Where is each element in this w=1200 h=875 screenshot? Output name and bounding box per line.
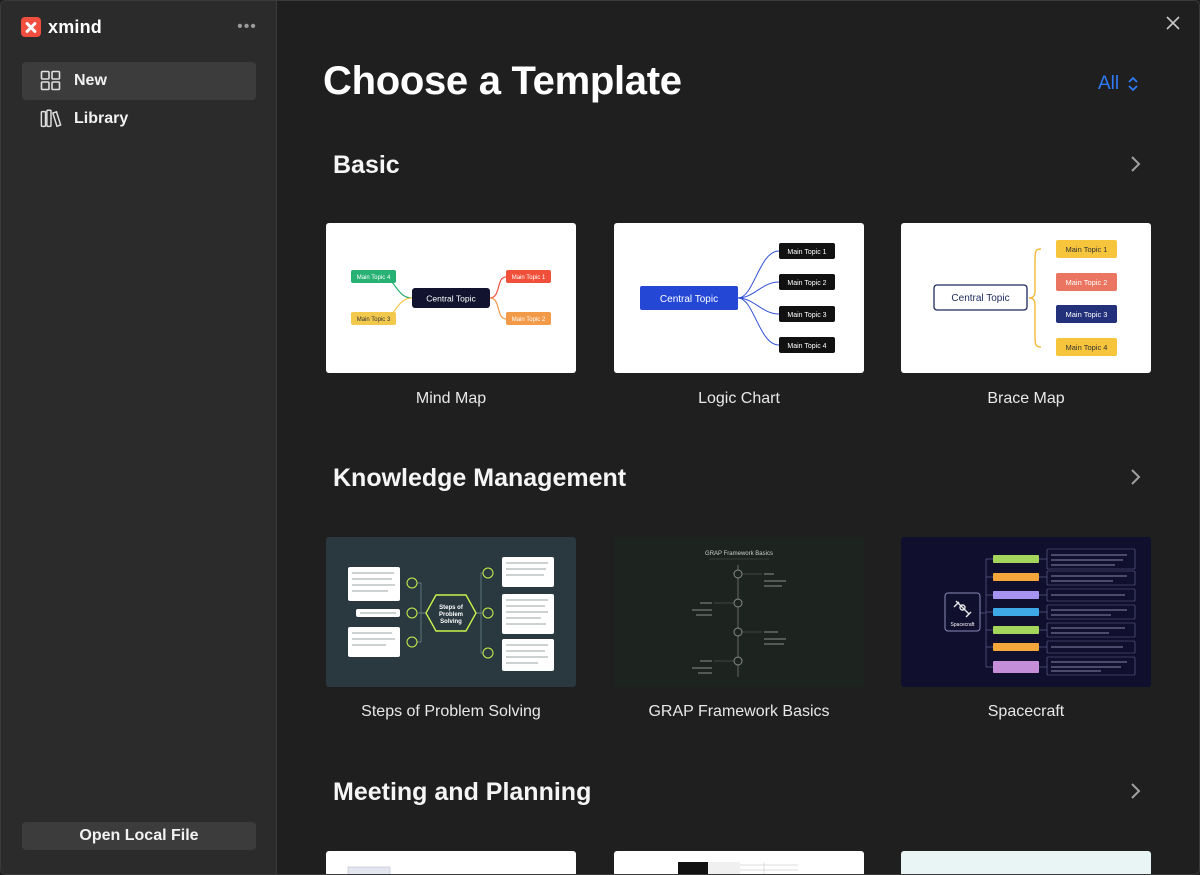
template-card-meeting-2[interactable] — [614, 851, 864, 874]
sidebar: xmind ••• New Library Open Local File — [1, 1, 277, 874]
svg-text:Solving: Solving — [440, 619, 462, 625]
template-label: Spacecraft — [987, 703, 1065, 720]
sidebar-item-label: Library — [74, 110, 129, 127]
grap-framework-basics-preview: GRAP Framework Basics — [692, 551, 786, 677]
svg-text:Main Topic 3: Main Topic 3 — [357, 317, 391, 323]
sidebar-item-library[interactable]: Library — [22, 100, 256, 138]
sidebar-item-new[interactable]: New — [22, 62, 256, 100]
template-label: Mind Map — [415, 390, 487, 407]
brand: xmind — [21, 16, 102, 38]
steps-of-problem-solving-preview: Steps of Problem Solving — [348, 557, 554, 671]
meeting-preview-2 — [678, 862, 798, 874]
mind-map-preview: Central Topic Main Topic 1 Main Topic 2 … — [351, 270, 551, 325]
filter-value: All — [1098, 73, 1120, 94]
svg-text:Problem: Problem — [439, 612, 463, 618]
svg-text:Main Topic 2: Main Topic 2 — [1066, 278, 1108, 287]
svg-text:Main Topic 1: Main Topic 1 — [512, 275, 546, 281]
template-filter-select[interactable]: All — [1098, 73, 1139, 95]
svg-text:Central Topic: Central Topic — [660, 294, 718, 305]
page-title: Choose a Template — [323, 59, 682, 103]
svg-text:Main Topic 1: Main Topic 1 — [1066, 245, 1108, 254]
chevron-right-icon[interactable] — [1126, 782, 1144, 800]
app-name: xmind — [48, 16, 103, 37]
svg-text:Main Topic 2: Main Topic 2 — [787, 280, 826, 287]
template-card-grap-framework-basics[interactable]: GRAP Framework Basics — [614, 537, 864, 687]
svg-text:Main Topic 4: Main Topic 4 — [787, 343, 826, 350]
template-card-spacecraft[interactable]: Spacecraft — [901, 537, 1151, 687]
xmind-logo-icon — [21, 17, 41, 37]
template-card-meeting-1[interactable] — [326, 851, 576, 874]
template-gallery: Choose a Template All Basic Central Topi… — [278, 1, 1199, 874]
logic-chart-preview: Central Topic Main Topic 1 Main Topic 2 … — [640, 243, 835, 353]
app-window: xmind ••• New Library Open Local File Ch… — [0, 0, 1200, 875]
template-label: Logic Chart — [698, 390, 780, 407]
template-card-meeting-3[interactable] — [901, 851, 1151, 874]
svg-text:Main Topic 3: Main Topic 3 — [1066, 310, 1108, 319]
meeting-preview-1 — [347, 866, 391, 874]
template-card-steps-of-problem-solving[interactable]: Steps of Problem Solving — [326, 537, 576, 687]
template-card-mind-map[interactable]: Central Topic Main Topic 1 Main Topic 2 … — [326, 223, 576, 373]
spacecraft-preview: Spacecraft — [944, 548, 1136, 676]
close-icon[interactable] — [1161, 11, 1185, 35]
chevron-right-icon[interactable] — [1126, 468, 1144, 486]
svg-text:Central Topic: Central Topic — [426, 294, 476, 304]
template-label: Brace Map — [987, 390, 1065, 407]
sidebar-item-label: New — [74, 72, 107, 89]
svg-text:Steps of: Steps of — [439, 605, 464, 611]
svg-text:Main Topic 4: Main Topic 4 — [357, 275, 391, 281]
grid-icon — [40, 70, 62, 92]
section-title-knowledge-management: Knowledge Management — [333, 464, 627, 492]
svg-text:GRAP Framework Basics: GRAP Framework Basics — [705, 551, 773, 557]
brace-map-preview: Central Topic Main Topic 1 Main Topic 2 … — [933, 240, 1117, 356]
svg-text:Central Topic: Central Topic — [951, 293, 1009, 304]
section-title-meeting-and-planning: Meeting and Planning — [333, 778, 592, 806]
svg-text:Main Topic 3: Main Topic 3 — [787, 312, 826, 319]
library-icon — [40, 108, 62, 130]
template-card-logic-chart[interactable]: Central Topic Main Topic 1 Main Topic 2 … — [614, 223, 864, 373]
svg-text:Main Topic 2: Main Topic 2 — [512, 317, 546, 323]
section-title-basic: Basic — [333, 151, 400, 179]
chevron-up-down-icon — [1128, 76, 1138, 92]
svg-text:Main Topic 4: Main Topic 4 — [1066, 343, 1108, 352]
chevron-right-icon[interactable] — [1126, 155, 1144, 173]
open-local-file-button[interactable]: Open Local File — [22, 822, 256, 850]
more-options-button[interactable]: ••• — [235, 15, 259, 39]
template-card-brace-map[interactable]: Central Topic Main Topic 1 Main Topic 2 … — [901, 223, 1151, 373]
svg-text:Main Topic 1: Main Topic 1 — [787, 249, 826, 256]
template-label: GRAP Framework Basics — [648, 703, 830, 720]
template-label: Steps of Problem Solving — [361, 703, 541, 720]
svg-text:Spacecraft: Spacecraft — [951, 622, 976, 628]
